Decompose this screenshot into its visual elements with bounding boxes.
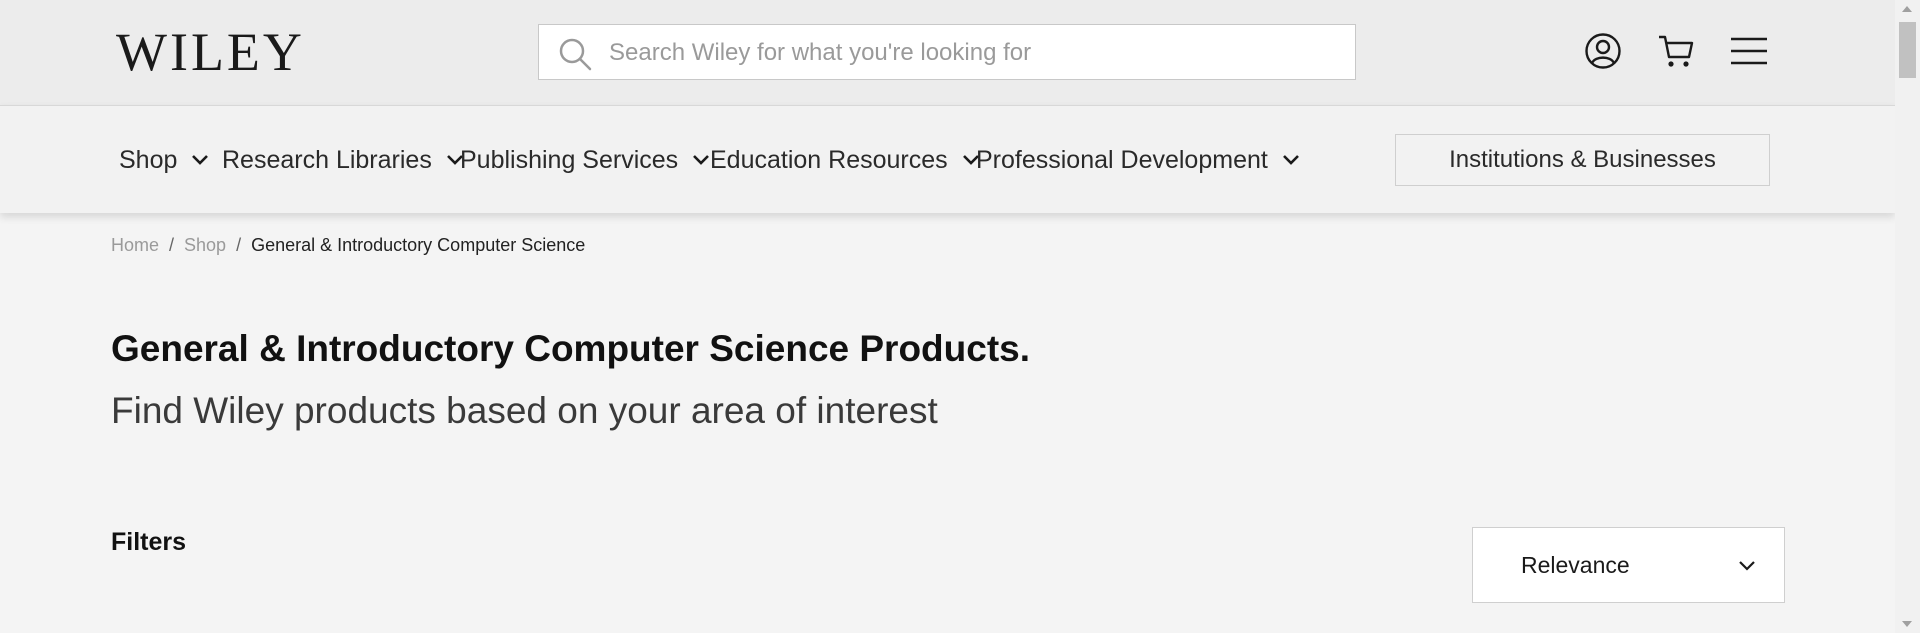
nav-item-publishing-services[interactable]: Publishing Services — [460, 144, 710, 176]
breadcrumb-current: General & Introductory Computer Science — [251, 235, 586, 255]
sort-select[interactable]: Relevance — [1472, 527, 1785, 603]
scroll-thumb[interactable] — [1899, 22, 1916, 78]
search-input[interactable] — [607, 25, 1341, 81]
page-subtitle: Find Wiley products based on your area o… — [111, 390, 938, 431]
nav-item-research-libraries[interactable]: Research Libraries — [222, 144, 464, 176]
cart-icon[interactable] — [1656, 31, 1696, 71]
page-scrollbar[interactable] — [1895, 0, 1920, 633]
sort-selected-value: Relevance — [1521, 552, 1630, 578]
breadcrumb-separator: / — [236, 235, 242, 255]
nav-item-shop[interactable]: Shop — [119, 144, 209, 176]
menu-icon[interactable] — [1729, 31, 1769, 71]
breadcrumb: Home / Shop / General & Introductory Com… — [111, 235, 585, 256]
chevron-down-icon — [1282, 155, 1299, 165]
nav-item-label: Shop — [119, 145, 178, 174]
nav-item-label: Research Libraries — [222, 145, 432, 174]
chevron-down-icon — [693, 155, 710, 165]
wiley-logo[interactable]: WILEY — [116, 22, 305, 82]
search-box[interactable] — [538, 24, 1356, 81]
main-nav: Shop Research Libraries Publishing Servi… — [0, 105, 1895, 213]
nav-item-professional-development[interactable]: Professional Development — [976, 144, 1300, 176]
breadcrumb-shop-link[interactable]: Shop — [184, 235, 226, 256]
scroll-down-arrow-icon[interactable] — [1902, 621, 1912, 627]
nav-item-label: Professional Development — [976, 145, 1268, 174]
breadcrumb-home-link[interactable]: Home — [111, 235, 159, 256]
top-header: WILEY — [0, 0, 1895, 105]
breadcrumb-separator: / — [169, 235, 175, 255]
page-title: General & Introductory Computer Science … — [111, 328, 1031, 369]
scroll-up-arrow-icon[interactable] — [1902, 6, 1912, 12]
nav-item-label: Education Resources — [710, 145, 948, 174]
chevron-down-icon — [192, 155, 209, 165]
institutions-businesses-button[interactable]: Institutions & Businesses — [1395, 134, 1770, 186]
nav-item-label: Publishing Services — [460, 145, 679, 174]
search-icon[interactable] — [557, 36, 593, 72]
nav-item-education-resources[interactable]: Education Resources — [710, 144, 980, 176]
account-icon[interactable] — [1583, 31, 1623, 71]
chevron-down-icon — [1739, 561, 1755, 571]
filters-heading: Filters — [111, 528, 187, 556]
